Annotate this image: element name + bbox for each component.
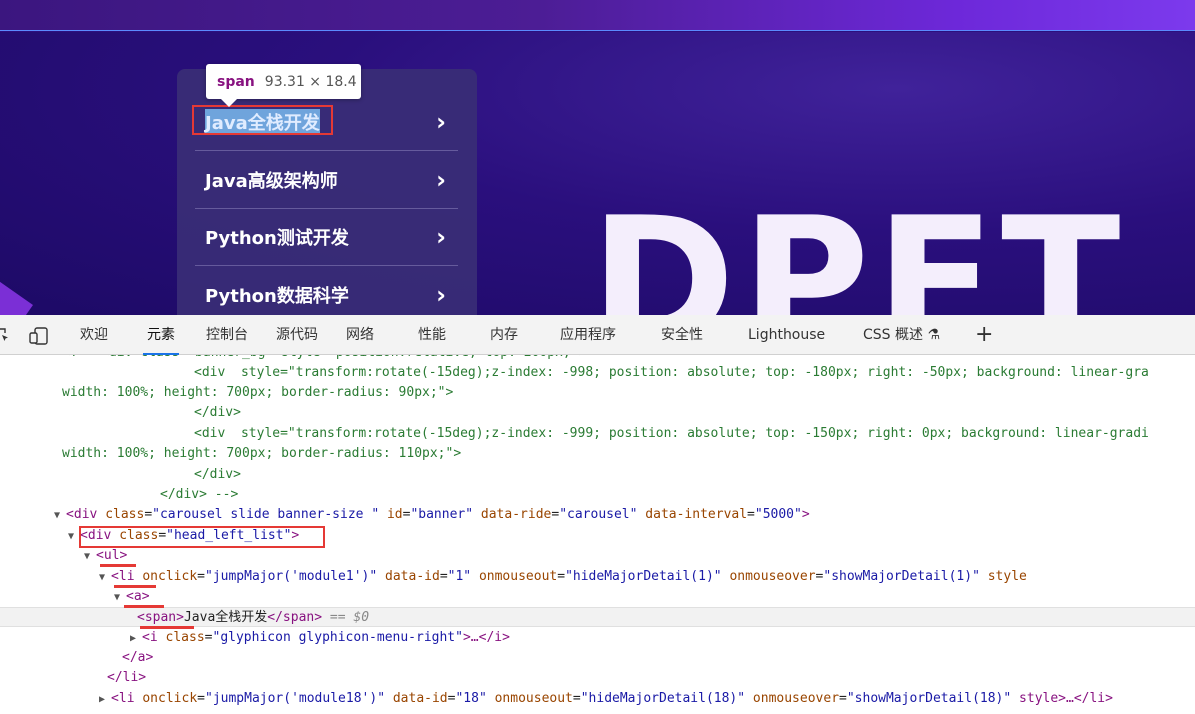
annotation-underline [140,626,194,629]
code-line: <div style="transform:rotate(-15deg);z-i… [194,426,1149,441]
expand-triangle-icon[interactable]: ▼ [54,510,66,521]
expand-triangle-icon[interactable]: ▼ [114,592,126,603]
annotation-highlight-box [192,105,333,135]
tab-lighthouse[interactable]: Lighthouse [748,315,825,355]
elements-tree: <!-- <div class="banner_bg" style="posit… [0,355,1195,714]
tab-network[interactable]: 网络 [346,315,374,355]
expand-triangle-icon[interactable]: ▼ [84,551,96,562]
inspect-element-icon[interactable] [0,327,10,343]
tab-application[interactable]: 应用程序 [560,315,616,355]
annotation-underline [124,605,164,608]
dom-node-li-close: </li> [107,670,147,685]
banner-headline: DPET [590,195,1127,315]
collapse-triangle-icon[interactable]: ▶ [99,694,111,705]
dom-node-a-close: </a> [122,650,154,665]
devtools-panel: 欢迎 元素 控制台 源代码 网络 性能 内存 应用程序 安全性 Lighthou… [0,315,1195,714]
dom-node-banner[interactable]: ▼ <div class="carousel slide banner-size… [0,505,1195,525]
dom-node-i[interactable]: ▶ <i class="glyphicon glyphicon-menu-rig… [0,628,1195,648]
tab-sources[interactable]: 源代码 [276,315,318,355]
code-line: <div style="transform:rotate(-15deg);z-i… [194,365,1149,380]
tooltip-tag: span [217,73,255,90]
menu-item-label: Python测试开发 [205,228,349,249]
code-line: </div> --> [160,487,239,502]
device-toolbar-icon[interactable] [29,327,49,345]
collapse-triangle-icon[interactable]: ▶ [130,633,142,644]
chevron-right-icon: › [436,166,446,194]
chevron-right-icon: › [436,280,446,309]
chevron-right-icon: › [436,223,446,251]
site-header-bar [0,0,1195,31]
code-line: width: 100%; height: 700px; border-radiu… [62,385,454,400]
webpage-viewport: DPET Java全栈开发 › Java高级架构师 › Python测试开发 ›… [0,0,1195,315]
code-line: width: 100%; height: 700px; border-radiu… [62,446,462,461]
menu-item-label: Python数据科学 [205,285,349,307]
annotation-box-head-left-list [79,526,325,548]
annotation-underline [100,564,136,567]
dom-node-li[interactable]: ▼ <li onclick="jumpMajor('module1')" dat… [0,567,1195,587]
tab-css-overview[interactable]: CSS 概述 ⚗ [863,315,940,355]
menu-item-python-datascience[interactable]: Python数据科学 › [195,266,458,315]
code-line: </div> [194,467,241,482]
inspect-tooltip: span 93.31 × 18.4 [206,64,361,107]
tab-security[interactable]: 安全性 [661,315,703,355]
tooltip-dimensions: 93.31 × 18.4 [264,73,357,90]
dom-node-a[interactable]: ▼ <a> [0,587,1195,607]
code-line: </div> [194,405,241,420]
tab-elements[interactable]: 元素 [143,315,179,355]
banner-decoration [0,273,33,315]
expand-triangle-icon[interactable]: ▼ [99,572,111,583]
tab-memory[interactable]: 内存 [490,315,518,355]
add-tab-button[interactable]: + [975,315,993,355]
dom-node-li[interactable]: ▶ <li onclick="jumpMajor('module18')" da… [0,689,1195,709]
menu-item-java-architect[interactable]: Java高级架构师 › [195,152,458,209]
code-line: <!-- <div class="banner_bg" style="posit… [0,355,1195,363]
dom-node-span-selected[interactable]: <span>Java全栈开发</span> == $0 [0,607,1195,627]
menu-item-python-testing[interactable]: Python测试开发 › [195,209,458,266]
menu-item-label: Java高级架构师 [205,171,338,192]
devtools-tab-bar: 欢迎 元素 控制台 源代码 网络 性能 内存 应用程序 安全性 Lighthou… [0,315,1195,355]
dom-node-ul[interactable]: ▼ <ul> [0,546,1195,566]
chevron-right-icon: › [436,108,446,136]
tab-performance[interactable]: 性能 [418,315,446,355]
tab-console[interactable]: 控制台 [206,315,248,355]
tab-welcome[interactable]: 欢迎 [80,315,108,355]
annotation-underline [114,585,156,588]
